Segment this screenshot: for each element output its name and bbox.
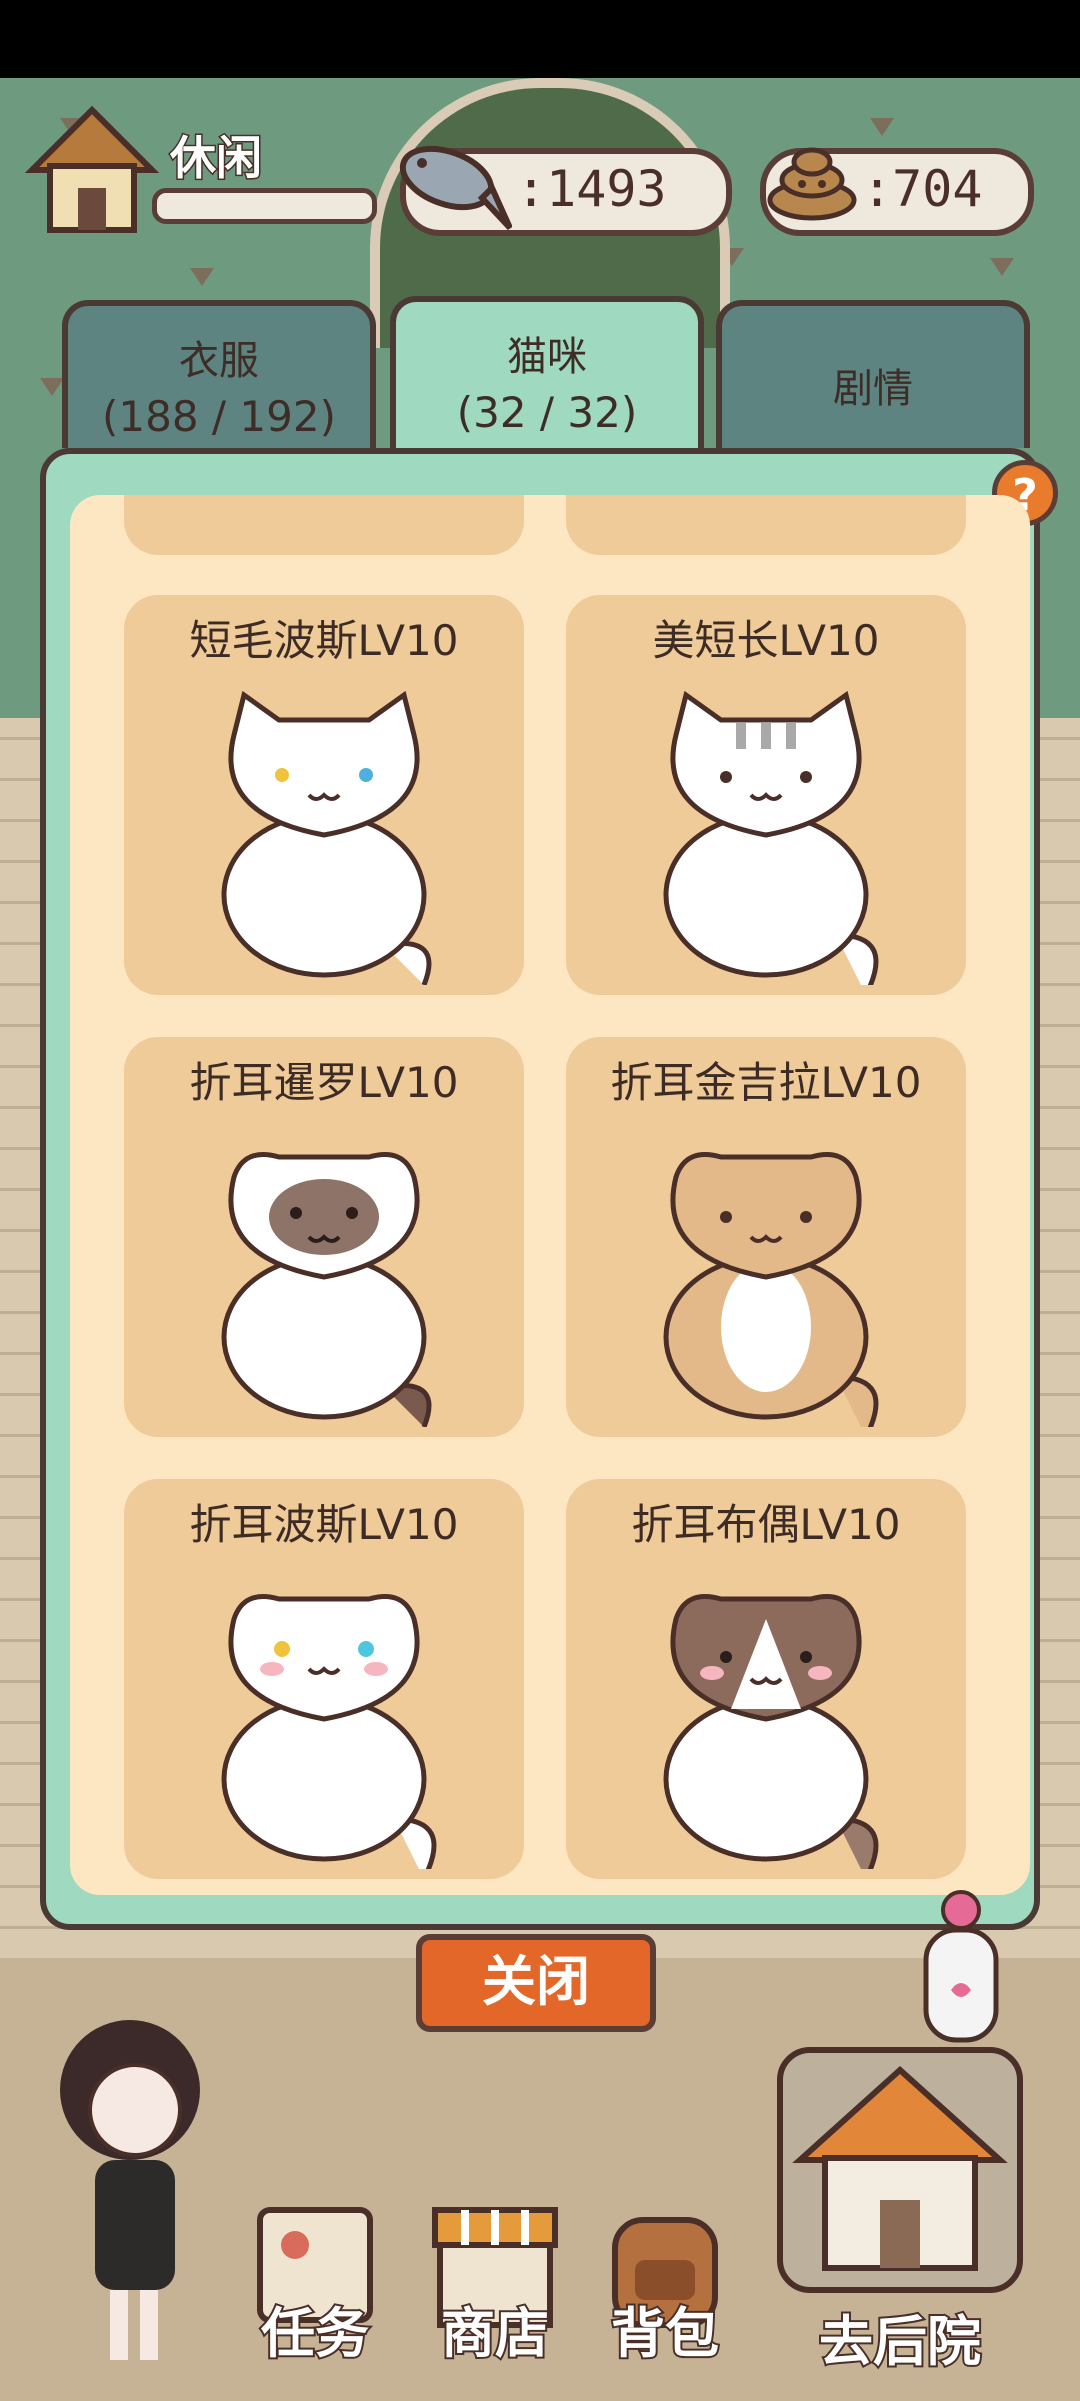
cat-card[interactable]: 美短长LV10 (566, 595, 966, 995)
cat-card-partial (124, 495, 524, 555)
golden-chinchilla-fold-cat-icon (663, 1152, 879, 1427)
backpack-button[interactable]: 背包 (580, 2200, 750, 2367)
house-icon (24, 105, 160, 233)
fish-icon (399, 145, 512, 231)
tab-story[interactable]: 剧情 (716, 300, 1030, 448)
white-persian-fold-cat-icon (221, 1594, 437, 1869)
cat-name: 折耳波斯LV10 (189, 1500, 459, 1549)
house-status-label: 休闲 (169, 130, 264, 187)
cat-card[interactable]: 折耳布偶LV10 (566, 1479, 966, 1879)
white-persian-cat-icon (221, 690, 432, 985)
rose-bottle-icon (923, 1890, 999, 2043)
backyard-house-icon (777, 2047, 1023, 2293)
cat-name: 短毛波斯LV10 (189, 616, 459, 665)
task-label: 任务 (259, 2300, 371, 2367)
cat-card-partial (566, 495, 966, 555)
backyard-button[interactable]: 去后院 (750, 2040, 1050, 2375)
tab-cats-label: 猫咪 (507, 334, 587, 380)
poop-count: :704 (862, 160, 983, 218)
tab-cats-count: (32 / 32) (456, 388, 638, 437)
leisure-progress-bar (152, 188, 377, 224)
tab-clothes[interactable]: 衣服 (188 / 192) (62, 300, 376, 448)
close-button[interactable]: 关闭 (416, 1934, 656, 2032)
cat-name: 折耳布偶LV10 (631, 1500, 901, 1549)
siamese-fold-cat-icon (221, 1152, 432, 1427)
house-status[interactable]: 休闲 (22, 100, 377, 240)
silver-tabby-cat-icon (663, 690, 879, 985)
cat-card[interactable]: 折耳金吉拉LV10 (566, 1037, 966, 1437)
cat-name: 折耳金吉拉LV10 (610, 1058, 922, 1107)
fish-count: :1493 (516, 160, 667, 218)
cat-grid[interactable]: 短毛波斯LV10 美短长LV10 折耳暹罗LV10 折耳金吉拉LV10 折耳波斯… (70, 495, 1030, 1895)
tab-clothes-label: 衣服 (179, 338, 259, 384)
ragdoll-fold-cat-icon (663, 1594, 879, 1869)
cat-name: 美短长LV10 (652, 616, 880, 665)
poop-icon (767, 147, 857, 221)
tab-story-label: 剧情 (833, 366, 913, 412)
tab-cats[interactable]: 猫咪 (32 / 32) (390, 296, 704, 452)
backyard-label: 去后院 (817, 2308, 983, 2375)
shop-label: 商店 (439, 2300, 551, 2367)
cat-card[interactable]: 折耳波斯LV10 (124, 1479, 524, 1879)
cat-card[interactable]: 折耳暹罗LV10 (124, 1037, 524, 1437)
tab-clothes-count: (188 / 192) (102, 392, 336, 441)
shop-button[interactable]: 商店 (410, 2200, 580, 2367)
cat-name: 折耳暹罗LV10 (189, 1058, 459, 1107)
task-button[interactable]: 任务 (230, 2200, 400, 2367)
girl-character (60, 2020, 200, 2360)
cat-card[interactable]: 短毛波斯LV10 (124, 595, 524, 995)
backpack-label: 背包 (609, 2300, 721, 2367)
